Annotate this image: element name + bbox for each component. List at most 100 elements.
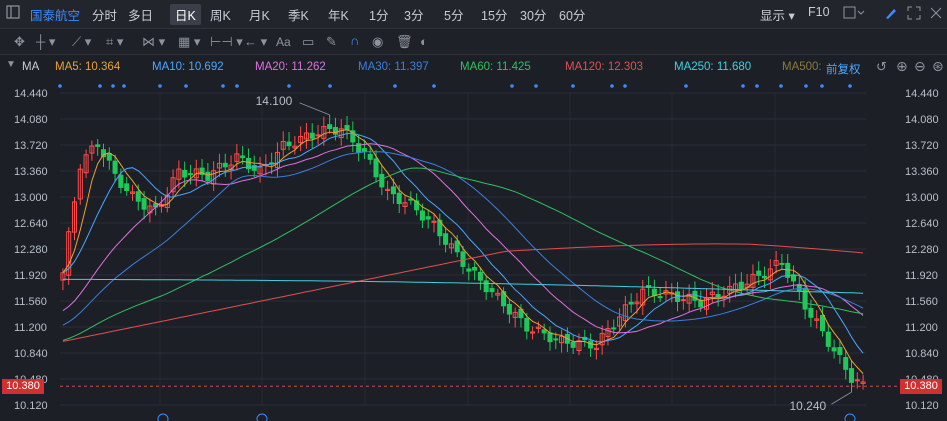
marker-dot [623,84,627,88]
candle-body [100,149,107,158]
zoom-out-icon[interactable]: ⊖ [914,58,926,75]
candle-body [738,281,744,290]
candle-body [95,144,101,147]
event-marker-icon [844,413,856,421]
period-tab[interactable]: 60分 [559,5,585,24]
measure-tool-icon[interactable]: ⊢⊣ ▾ [210,34,243,50]
candle-body [222,162,228,168]
fib-tool-icon[interactable]: ▦ ▾ [178,34,200,50]
display-menu[interactable]: 显示 ▾ [760,5,795,24]
zoom-in-icon[interactable]: ⊕ [896,58,908,75]
stock-name[interactable]: 国泰航空 [30,5,80,24]
candle-body [483,280,489,293]
period-tab[interactable]: 3分 [404,5,423,24]
marker-dot [848,84,852,88]
candle-body [361,148,367,153]
y-tick-label-right: 13.720 [905,140,939,152]
period-tab[interactable]: 日K [170,4,201,25]
period-tab[interactable]: 15分 [481,5,507,24]
candle-body [843,357,849,370]
y-tick-label-right: 13.000 [905,192,939,204]
candle-body [425,216,431,220]
trash-icon[interactable]: 🗑︎ [396,34,413,50]
undo-icon[interactable]: ↺ [876,59,887,75]
wave-tool-icon[interactable]: ⋈ ▾ [142,34,165,50]
candle-body [466,268,472,272]
period-tab[interactable]: 分时 [92,5,117,24]
y-tick-label-left: 11.560 [14,296,47,308]
magnet-icon[interactable]: ∩ [350,33,359,48]
candle-body [611,327,617,330]
ma-legend-item[interactable]: MA20: 11.262 [255,61,326,73]
comment-icon[interactable]: ▭ [302,34,314,50]
period-tab[interactable]: 30分 [520,5,546,24]
candle-body [553,338,559,341]
ma-legend-item[interactable]: MA250: 11.680 [674,61,751,73]
y-tick-label-left: 14.440 [14,88,48,100]
period-tab[interactable]: 1分 [369,5,388,24]
checkbox-icon[interactable] [843,6,865,23]
brush-icon[interactable] [884,6,898,23]
candle-body [506,303,512,315]
ma-line [62,132,864,354]
line-tool-icon[interactable]: ⟋ ▾ [72,34,91,50]
ma-legend-bar: ▼ MA MA5: 10.364 MA10: 10.692 MA20: 11.262… [0,55,947,79]
marker-dot [122,84,126,88]
current-price-tag-left: 10.380 [2,379,44,394]
arrow-tool-icon[interactable]: ← ▾ [244,34,267,50]
candle-body [240,155,246,159]
ma-legend-item[interactable]: MA120: 12.303 [565,61,643,73]
ma-legend-item[interactable]: MA60: 11.425 [460,61,531,73]
collapse-icon[interactable]: ▼ [6,59,16,70]
candle-body [390,186,396,195]
period-tab[interactable]: 年K [328,5,349,24]
toggle-icon[interactable]: ◐ [420,34,428,49]
ma-legend-item[interactable]: MA5: 10.364 [55,61,120,73]
ma-legend-item[interactable]: MA500: [782,61,822,73]
text-tool-icon[interactable]: Aa [276,35,291,49]
move-icon[interactable]: ✥ [14,34,25,50]
marker-dot [779,84,783,88]
candle-body [547,332,553,343]
crosshair-icon[interactable]: ┼ ▾ [36,34,55,50]
top-bar: 国泰航空 分时 多日 日K 周K 月K 季K 年K 1分 3分 5分 15分 30分 60分 显示 ▾ … [0,0,947,29]
period-tab[interactable]: 月K [249,5,270,24]
expand-icon[interactable] [907,6,921,23]
marker-dot [571,84,575,88]
period-tab[interactable]: 周K [210,5,231,24]
candle-body [106,153,112,161]
candle-body [419,210,425,221]
candle-body [367,153,373,160]
y-tick-label-right: 14.080 [905,114,939,126]
y-tick-label-left: 10.840 [14,348,48,360]
y-tick-label-left: 13.000 [14,192,48,204]
period-tab[interactable]: 季K [288,5,309,24]
drawing-toolbar: ✥ ┼ ▾ ⟋ ▾ ⌗ ▾ ⋈ ▾ ▦ ▾ ⊢⊣ ▾ ← ▾ Aa ▭ ✎ ∩ … [0,29,947,55]
candle-body [205,171,211,181]
candle-body [344,124,350,131]
kline-chart[interactable]: 14.440 14.440 14.080 14.080 13.720 13.720 13.3… [0,80,947,421]
period-tab[interactable]: 多日 [128,5,153,24]
candle-body [680,299,686,302]
ma-legend-item[interactable]: MA10: 10.692 [152,61,224,73]
eye-icon[interactable]: ◉ [372,34,383,50]
candle-body [657,296,663,299]
pen-icon[interactable]: ✎ [326,34,337,50]
candle-body [118,174,124,188]
candle-body [698,300,704,308]
sidebar-toggle-icon[interactable] [6,5,20,22]
ma-prefix[interactable]: MA [22,61,39,73]
settings-icon[interactable]: ⊛ [932,58,944,75]
channel-tool-icon[interactable]: ⌗ ▾ [106,34,123,50]
close-icon[interactable] [929,6,943,23]
marker-dot [755,84,759,88]
candle-body [373,158,379,178]
y-tick-label-left: 11.200 [14,322,47,334]
candle-body [112,160,118,174]
period-tab[interactable]: 5分 [444,5,463,24]
candle-body [443,233,449,245]
adjust-mode[interactable]: 前复权 [826,61,861,77]
candle-body [837,347,843,355]
f10-button[interactable]: F10 [808,5,830,19]
ma-legend-item[interactable]: MA30: 11.397 [358,61,429,73]
